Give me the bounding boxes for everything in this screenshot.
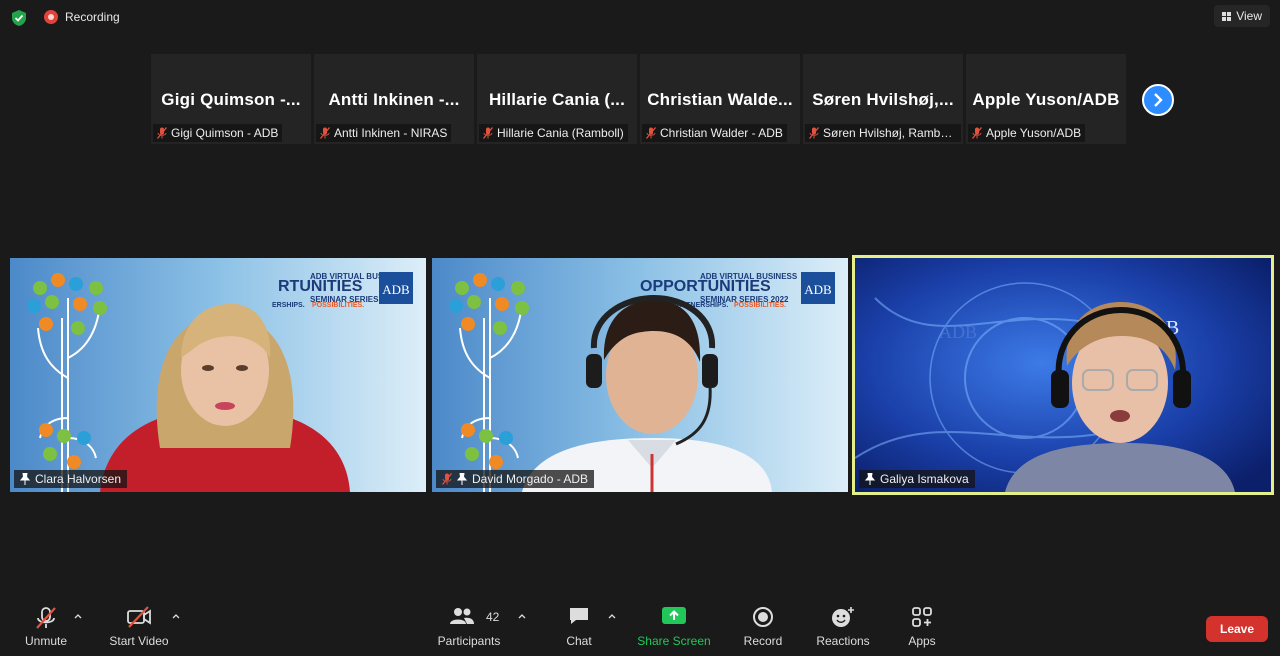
mic-muted-icon (809, 127, 819, 139)
video-feed: ADB VIRTUAL BUSINESS OPPORTUNITIES SEMIN… (432, 258, 848, 492)
grid-view-icon (1222, 11, 1232, 21)
participant-name: Christian Walde... (647, 90, 793, 109)
record-button[interactable]: Record (738, 598, 788, 654)
participant-label: Christian Walder - ADB (642, 124, 787, 142)
video-feed: ADB ADB (855, 258, 1271, 492)
mic-muted-icon (320, 127, 330, 139)
participant-tile[interactable]: Søren Hvilshøj,... Søren Hvilshøj, Rambo… (803, 54, 963, 144)
video-name-text: Clara Halvorsen (35, 472, 122, 486)
chevron-right-icon (1154, 93, 1163, 107)
participant-tile[interactable]: Apple Yuson/ADB Apple Yuson/ADB (966, 54, 1126, 144)
record-icon (753, 607, 773, 627)
participant-label: Gigi Quimson - ADB (153, 124, 283, 142)
participant-tile[interactable]: Antti Inkinen -... Antti Inkinen - NIRAS (314, 54, 474, 144)
banner-line4a: ERSHIPS. (272, 302, 305, 309)
video-feed: ADB VIRTUAL BUSINESS RTUNITIES SEMINAR S… (10, 258, 426, 492)
video-tile[interactable]: ADB VIRTUAL BUSINESS OPPORTUNITIES SEMIN… (432, 258, 848, 492)
participants-icon (450, 608, 474, 624)
participant-label-text: Søren Hvilshøj, Rambo... (823, 126, 957, 140)
chevron-up-icon[interactable] (608, 612, 616, 620)
view-label: View (1236, 9, 1262, 23)
participants-count: 42 (486, 610, 500, 624)
video-name-label: David Morgado - ADB (436, 470, 595, 488)
leave-button[interactable]: Leave (1206, 616, 1268, 642)
start-video-label: Start Video (109, 634, 169, 648)
next-page-button[interactable] (1142, 84, 1174, 116)
meeting-toolbar: Unmute Start Video 42 Participants Chat … (0, 598, 1280, 656)
video-name-text: Galiya Ismakova (880, 472, 969, 486)
mic-muted-icon (442, 473, 452, 485)
banner-line4b: POSSIBILITIES. (734, 302, 786, 309)
participant-label: Hillarie Cania (Ramboll) (479, 124, 628, 142)
share-screen-button[interactable]: Share Screen (634, 598, 714, 654)
participant-name: Gigi Quimson -... (161, 90, 301, 109)
mic-muted-icon (157, 127, 167, 139)
chevron-up-icon[interactable] (518, 612, 526, 620)
video-tile[interactable]: ADB VIRTUAL BUSINESS RTUNITIES SEMINAR S… (10, 258, 426, 492)
share-screen-icon (662, 607, 686, 624)
banner-line4b: POSSIBILITIES. (312, 302, 364, 309)
mic-muted-icon (483, 127, 493, 139)
pin-icon (20, 473, 30, 485)
reactions-label: Reactions (816, 634, 870, 648)
participant-label: Apple Yuson/ADB (968, 124, 1086, 142)
chevron-up-icon[interactable] (74, 612, 82, 620)
adb-logo-text: ADB (804, 282, 832, 297)
video-off-icon (127, 606, 151, 628)
participant-tile[interactable]: Christian Walde... Christian Walder - AD… (640, 54, 800, 144)
participant-label-text: Antti Inkinen - NIRAS (334, 126, 448, 140)
video-name-label: Galiya Ismakova (859, 470, 975, 488)
participant-name: Søren Hvilshøj,... (812, 90, 954, 109)
participant-label-text: Hillarie Cania (Ramboll) (497, 126, 624, 140)
banner-line2: OPPORTUNITIES (640, 278, 771, 295)
participants-button[interactable]: 42 Participants (434, 598, 504, 654)
participant-strip: Gigi Quimson -... Gigi Quimson - ADB Ant… (151, 54, 1126, 144)
share-screen-label: Share Screen (637, 634, 711, 648)
chat-button[interactable]: Chat (559, 598, 599, 654)
video-name-label: Clara Halvorsen (14, 470, 128, 488)
unmute-label: Unmute (24, 634, 68, 648)
chat-icon (570, 608, 588, 624)
adb-watermark: ADB (939, 322, 977, 342)
start-video-button[interactable]: Start Video (104, 598, 174, 654)
participant-label: Antti Inkinen - NIRAS (316, 124, 452, 142)
chevron-up-icon[interactable] (172, 612, 180, 620)
mic-muted-icon (646, 127, 656, 139)
apps-label: Apps (908, 634, 936, 648)
recording-label: Recording (65, 10, 120, 24)
participant-tile[interactable]: Hillarie Cania (... Hillarie Cania (Ramb… (477, 54, 637, 144)
video-tile-active-speaker[interactable]: ADB ADB Galiya Ismakova (852, 255, 1274, 495)
participant-name: Apple Yuson/ADB (972, 90, 1120, 109)
shield-icon[interactable] (10, 9, 28, 27)
participant-label-text: Christian Walder - ADB (660, 126, 783, 140)
adb-logo-text: ADB (382, 282, 410, 297)
participants-label: Participants (437, 634, 501, 648)
participant-name: Antti Inkinen -... (328, 90, 460, 109)
chat-label: Chat (566, 634, 592, 648)
banner-line2: RTUNITIES (278, 278, 363, 295)
apps-button[interactable]: Apps (902, 598, 942, 654)
reactions-icon (832, 607, 854, 627)
participant-label: Søren Hvilshøj, Rambo... (805, 124, 961, 142)
reactions-button[interactable]: Reactions (812, 598, 874, 654)
pin-icon (457, 473, 467, 485)
pin-icon (865, 473, 875, 485)
record-dot-icon (44, 10, 58, 24)
view-button[interactable]: View (1214, 5, 1270, 27)
participant-name: Hillarie Cania (... (488, 90, 626, 109)
unmute-button[interactable]: Unmute (18, 598, 74, 654)
mic-muted-icon (36, 607, 56, 629)
mic-muted-icon (972, 127, 982, 139)
video-name-text: David Morgado - ADB (472, 472, 589, 486)
participant-label-text: Gigi Quimson - ADB (171, 126, 279, 140)
top-bar: Recording View (0, 0, 1280, 36)
recording-indicator[interactable]: Recording (44, 10, 120, 24)
record-label: Record (743, 634, 783, 648)
participant-label-text: Apple Yuson/ADB (986, 126, 1082, 140)
apps-icon (912, 607, 932, 627)
participant-tile[interactable]: Gigi Quimson -... Gigi Quimson - ADB (151, 54, 311, 144)
